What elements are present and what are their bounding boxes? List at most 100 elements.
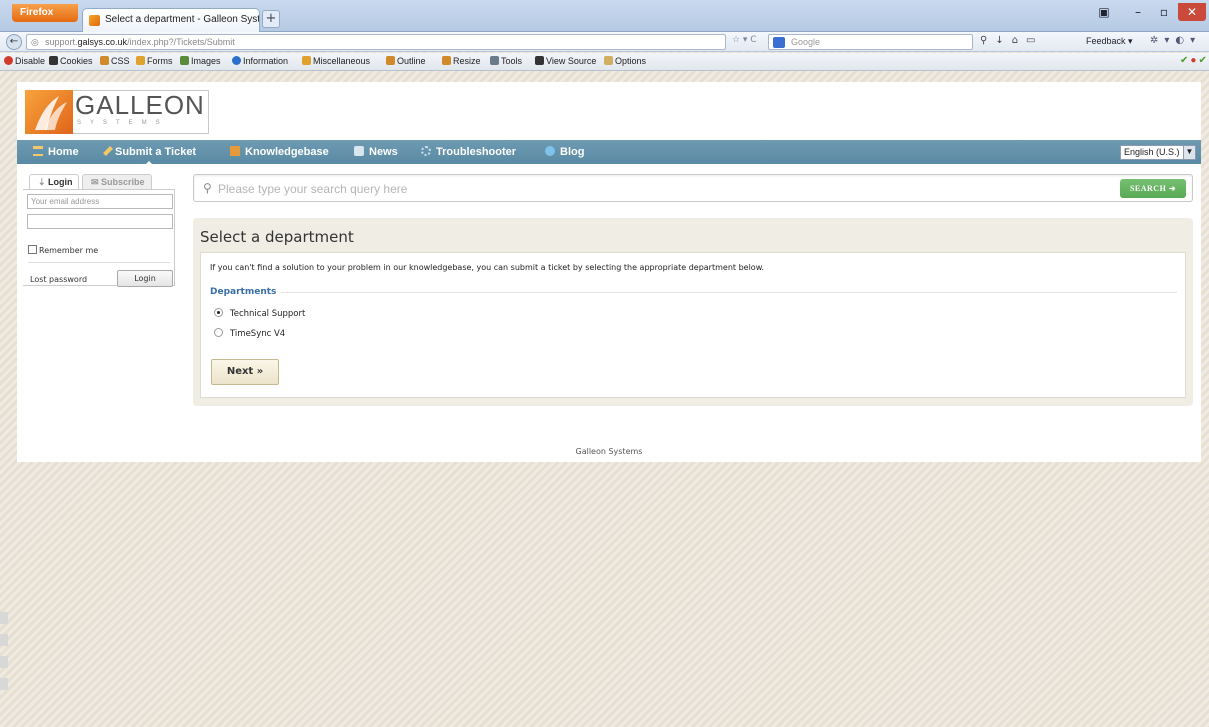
chevron-down-icon: ▼ — [1183, 146, 1195, 159]
devbar-outline[interactable]: Outline — [386, 56, 426, 66]
options-icon — [604, 56, 613, 65]
menu-label: Blog — [560, 146, 585, 158]
galleon-logo-icon — [25, 90, 73, 134]
menu-blog[interactable]: Blog — [545, 146, 584, 158]
maximize-button[interactable]: ▫ — [1152, 3, 1176, 21]
login-button[interactable]: Login — [117, 270, 173, 287]
devbar-resize[interactable]: Resize — [442, 56, 481, 66]
news-icon — [354, 146, 364, 156]
fieldset-divider — [281, 292, 1177, 293]
address-bar[interactable]: ◎ support.galsys.co.uk/index.php?/Ticket… — [26, 34, 726, 50]
menu-troubleshooter[interactable]: Troubleshooter — [421, 146, 516, 158]
browser-navbar: ← ◎ support.galsys.co.uk/index.php?/Tick… — [0, 32, 1209, 52]
browser-tab-active[interactable]: Select a department - Galleon Systems S.… — [82, 8, 260, 32]
devbar-information[interactable]: Information — [232, 56, 288, 66]
intro-text: If you can't find a solution to your pro… — [210, 263, 765, 272]
language-select[interactable]: English (U.S.) ▼ — [1120, 145, 1196, 160]
minimize-button[interactable]: – — [1126, 3, 1150, 21]
next-button[interactable]: Next » — [211, 359, 279, 385]
menu-label: Submit a Ticket — [115, 146, 197, 158]
department-radio-selected[interactable] — [214, 308, 223, 317]
footer-text: Galleon Systems — [575, 447, 643, 456]
tab-title: Select a department - Galleon Systems S.… — [105, 14, 260, 25]
firefox-menu-button[interactable]: Firefox — [12, 4, 78, 22]
remember-checkbox[interactable] — [28, 245, 37, 254]
sail-icon — [35, 96, 67, 130]
edge-mark — [0, 678, 8, 690]
menu-label: Home — [48, 146, 79, 158]
password-field[interactable] — [27, 214, 173, 229]
browser-search-box[interactable]: Google — [768, 34, 973, 50]
login-panel: ⇣ Login ✉ Subscribe Your email address R… — [23, 172, 175, 287]
toolbar-extra-icons[interactable]: ✲▾◐▾ — [1150, 35, 1201, 46]
devbar-item-label: Outline — [397, 56, 426, 66]
arrow-right-icon: ➜ — [1168, 184, 1177, 193]
book-icon — [230, 146, 240, 156]
url-host: galsys.co.uk — [77, 37, 128, 47]
google-engine-icon[interactable] — [773, 37, 785, 48]
remember-me[interactable]: Remember me — [28, 245, 98, 255]
new-tab-button[interactable]: + — [262, 10, 280, 28]
devbar-cookies[interactable]: Cookies — [49, 56, 93, 66]
devbar-images[interactable]: Images — [180, 56, 221, 66]
devbar-forms[interactable]: Forms — [136, 56, 173, 66]
department-radio[interactable] — [214, 328, 223, 337]
tab-subscribe[interactable]: ✉ Subscribe — [82, 174, 152, 190]
outline-icon — [386, 56, 395, 65]
back-arrow-icon[interactable]: ← — [6, 34, 22, 50]
remember-label: Remember me — [39, 246, 99, 255]
devbar-item-label: Tools — [501, 56, 523, 66]
devbar-item-label: CSS — [111, 56, 130, 66]
tab-subscribe-label: Subscribe — [101, 177, 145, 187]
feedback-label: Feedback — [1086, 36, 1126, 46]
home-icon — [33, 146, 43, 156]
devbar-options[interactable]: Options — [604, 56, 646, 66]
devbar-status-icons[interactable]: ✔●✔ — [1180, 55, 1209, 66]
lost-password-link[interactable]: Lost password — [30, 275, 87, 284]
department-section: Select a department If you can't find a … — [193, 218, 1193, 406]
firefox-menu-label: Firefox — [20, 7, 54, 18]
devbar-view-source[interactable]: View Source — [535, 56, 596, 66]
menu-knowledgebase[interactable]: Knowledgebase — [230, 146, 329, 158]
edge-mark — [0, 634, 8, 646]
extension-icon[interactable]: ▣ — [1096, 3, 1112, 21]
departments-legend: Departments — [210, 287, 277, 297]
feedback-button[interactable]: Feedback ▾ — [1086, 36, 1133, 47]
devbar-item-label: Disable — [15, 56, 46, 66]
tools-icon — [490, 56, 499, 65]
department-label: Technical Support — [230, 309, 306, 319]
department-option[interactable]: Technical Support — [214, 308, 305, 319]
devbar-item-label: View Source — [546, 56, 597, 66]
devbar-item-label: Forms — [147, 56, 173, 66]
toolbar-icons[interactable]: ⚲↓⌂▭ — [980, 35, 1044, 46]
url-star-reload-icons[interactable]: ☆ ▾ C — [732, 35, 757, 45]
blog-icon — [545, 146, 555, 156]
menu-submit-ticket[interactable]: Submit a Ticket — [103, 146, 197, 166]
devbar-tools[interactable]: Tools — [490, 56, 522, 66]
close-window-button[interactable]: ✕ — [1178, 3, 1206, 21]
forms-icon — [136, 56, 145, 65]
tab-login-label: Login — [48, 177, 73, 187]
url-path: /index.php?/Tickets/Submit — [127, 37, 235, 47]
department-option[interactable]: TimeSync V4 — [214, 328, 285, 339]
logo-wordmark: GALLEON — [75, 90, 205, 120]
tab-login[interactable]: ⇣ Login — [29, 174, 79, 190]
menu-label: News — [369, 146, 398, 158]
email-field[interactable]: Your email address — [27, 194, 173, 209]
devbar-item-label: Images — [191, 56, 221, 66]
site-identity-icon[interactable]: ◎ — [31, 37, 39, 48]
devbar-miscellaneous[interactable]: Miscellaneous — [302, 56, 370, 66]
menu-news[interactable]: News — [354, 146, 398, 158]
devbar-css[interactable]: CSS — [100, 56, 130, 66]
pencil-icon — [103, 146, 113, 156]
devbar-item-label: Options — [615, 56, 647, 66]
search-input[interactable] — [218, 181, 1098, 197]
tab-favicon-icon — [89, 15, 100, 26]
edge-mark — [0, 612, 8, 624]
language-value: English (U.S.) — [1124, 147, 1180, 157]
search-button[interactable]: SEARCH ➜ — [1120, 179, 1186, 198]
devbar-disable[interactable]: Disable — [4, 56, 45, 66]
devbar-item-label: Cookies — [60, 56, 93, 66]
menu-home[interactable]: Home — [33, 146, 79, 158]
devbar-item-label: Information — [243, 56, 289, 66]
